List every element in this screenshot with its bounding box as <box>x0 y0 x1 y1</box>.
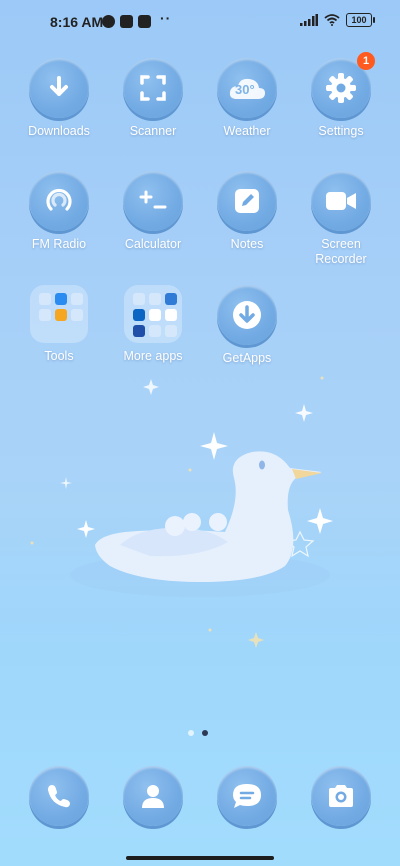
app-label: Calculator <box>124 237 182 251</box>
camera-icon <box>311 766 371 826</box>
app-getapps[interactable]: GetApps <box>197 285 297 366</box>
app-notification-icon <box>102 15 115 28</box>
app-label: Scanner <box>129 124 177 138</box>
page-indicator[interactable] <box>188 730 208 736</box>
app-screen-recorder[interactable]: Screen Recorder <box>291 171 391 267</box>
video-camera-icon <box>311 171 371 231</box>
gear-icon: 1 <box>311 52 375 118</box>
battery-icon: 100 <box>346 13 375 27</box>
wifi-icon <box>324 14 340 26</box>
mini-app-icon <box>149 325 161 337</box>
weather-temp: 30° <box>235 82 255 97</box>
folder-icon <box>124 285 182 343</box>
folder-more-apps[interactable]: More apps <box>103 285 203 364</box>
radio-icon <box>29 171 89 231</box>
notification-badge: 1 <box>357 52 375 70</box>
folder-tools[interactable]: Tools <box>9 285 109 364</box>
app-settings[interactable]: 1 Settings <box>291 52 391 139</box>
page-dot-active <box>202 730 208 736</box>
mini-app-icon <box>165 309 177 321</box>
mini-app-icon <box>55 309 67 321</box>
mini-app-icon <box>133 325 145 337</box>
swan-wallpaper <box>30 376 333 648</box>
mini-app-icon <box>55 293 67 305</box>
mini-app-icon <box>149 309 161 321</box>
calculator-icon <box>123 171 183 231</box>
mini-app-icon <box>39 309 51 321</box>
more-notifications-icon: ·· <box>160 10 172 26</box>
status-time: 8:16 AM <box>50 14 104 30</box>
mini-app-icon <box>71 309 83 321</box>
app-label: Settings <box>318 124 364 138</box>
app-notification-icon <box>120 15 133 28</box>
upload-notification-icon <box>138 15 151 28</box>
mini-app-icon <box>165 325 177 337</box>
dock-phone[interactable] <box>9 766 109 826</box>
signal-icon <box>300 14 318 26</box>
folder-icon <box>30 285 88 343</box>
app-notes[interactable]: Notes <box>197 171 297 252</box>
app-calculator[interactable]: Calculator <box>103 171 203 252</box>
getapps-icon <box>217 285 277 345</box>
contacts-icon <box>123 766 183 826</box>
gesture-bar[interactable] <box>126 856 274 860</box>
app-scanner[interactable]: Scanner <box>103 58 203 139</box>
app-downloads[interactable]: Downloads <box>9 58 109 139</box>
mini-app-icon <box>165 293 177 305</box>
mini-app-icon <box>39 293 51 305</box>
status-bar: 8:16 AM ·· 100 <box>0 0 400 44</box>
app-label: Screen Recorder <box>315 237 367 266</box>
notes-icon <box>217 171 277 231</box>
messages-icon <box>217 766 277 826</box>
page-dot <box>188 730 194 736</box>
dock-camera[interactable] <box>291 766 391 826</box>
app-label: FM Radio <box>31 237 87 251</box>
scanner-icon <box>123 58 183 118</box>
dock-contacts[interactable] <box>103 766 203 826</box>
app-fm-radio[interactable]: FM Radio <box>9 171 109 252</box>
linkedin-icon <box>133 309 145 321</box>
app-weather[interactable]: 30° Weather <box>197 58 297 139</box>
mini-app-icon <box>149 293 161 305</box>
weather-icon: 30° <box>217 58 277 118</box>
app-label: Downloads <box>28 124 90 138</box>
mini-app-icon <box>133 293 145 305</box>
dock-messages[interactable] <box>197 766 297 826</box>
app-label: Notes <box>230 237 264 251</box>
mini-app-icon <box>71 293 83 305</box>
phone-icon <box>29 766 89 826</box>
download-icon <box>29 58 89 118</box>
app-label: Weather <box>223 124 271 138</box>
